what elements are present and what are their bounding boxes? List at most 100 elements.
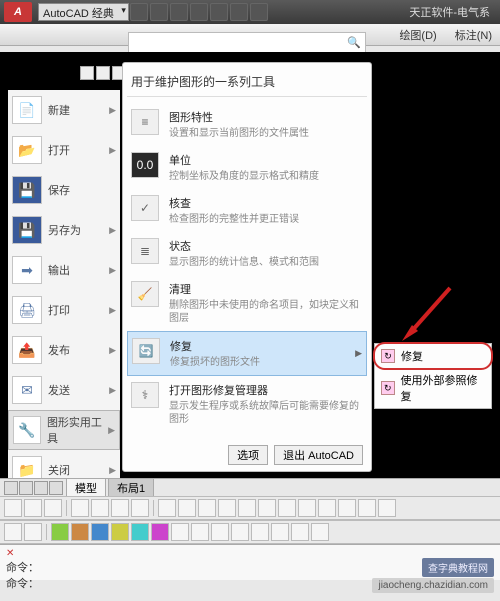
status-icon: ≣ [131,238,159,264]
flyout-recover-xref[interactable]: ↻使用外部参照修复 [375,368,491,408]
menu-annotate[interactable]: 标注(N) [455,27,492,43]
view-toggle-icons[interactable] [80,66,126,80]
saveas-icon: 💾 [12,216,42,244]
tool-icon[interactable] [198,499,216,517]
send-icon: ✉ [12,376,42,404]
toolbar-2 [0,520,500,544]
tool-icon[interactable] [151,523,169,541]
audit-icon: ✓ [131,195,159,221]
tool-icon[interactable] [231,523,249,541]
menu-print[interactable]: 🖨打印▶ [8,290,120,330]
properties-icon: ≡ [131,109,159,135]
tool-icon[interactable] [218,499,236,517]
tool-icon[interactable] [358,499,376,517]
tab-next-icon[interactable] [34,481,48,495]
recover-icon: 🔄 [132,338,160,364]
item-purge[interactable]: 🧹清理删除图形中未使用的命名项目，如块定义和图层 [127,275,367,331]
tool-icon[interactable] [71,499,89,517]
watermark-url: jiaocheng.chazidian.com [372,578,494,593]
tool-icon[interactable] [24,499,42,517]
layout-tabs: 模型 布局1 [0,478,500,496]
flyout-recover[interactable]: ↻修复 [375,344,491,368]
qat-icon[interactable] [150,3,168,21]
menu-export[interactable]: ➡输出▶ [8,250,120,290]
tool-icon[interactable] [338,499,356,517]
tool-icon[interactable] [171,523,189,541]
search-input[interactable]: 🔍 [128,32,366,54]
panel-title: 用于维护图形的一系列工具 [127,73,367,97]
menu-save[interactable]: 💾保存 [8,170,120,210]
item-properties[interactable]: ≡图形特性设置和显示当前图形的文件属性 [127,103,367,146]
utilities-panel: 用于维护图形的一系列工具 ≡图形特性设置和显示当前图形的文件属性 0.0单位控制… [122,62,372,472]
qat-icon[interactable] [190,3,208,21]
tool-icon[interactable] [251,523,269,541]
qat-icon[interactable] [250,3,268,21]
tab-prev-icon[interactable] [19,481,33,495]
window-title: 天正软件-电气系 [409,4,496,20]
tool-icon[interactable] [4,523,22,541]
exit-button[interactable]: 退出 AutoCAD [274,445,363,465]
tool-icon[interactable] [91,499,109,517]
tool-icon[interactable] [191,523,209,541]
tool-icon[interactable] [24,523,42,541]
menu-publish[interactable]: 📤发布▶ [8,330,120,370]
qat-icon[interactable] [130,3,148,21]
recovery-mgr-icon: ⚕ [131,382,159,408]
qat-icon[interactable] [230,3,248,21]
tool-icon[interactable] [238,499,256,517]
tab-layout1[interactable]: 布局1 [108,478,154,498]
save-icon: 💾 [12,176,42,204]
menu-drawing-utilities[interactable]: 🔧图形实用工具▶ [8,410,120,450]
options-button[interactable]: 选项 [228,445,268,465]
tool-icon[interactable] [178,499,196,517]
tool-icon[interactable] [111,523,129,541]
tool-icon[interactable] [298,499,316,517]
tool-icon[interactable] [258,499,276,517]
tool-icon[interactable] [311,523,329,541]
menu-send[interactable]: ✉发送▶ [8,370,120,410]
recover-flyout: ↻修复 ↻使用外部参照修复 [374,343,492,409]
wrench-icon: 🔧 [13,416,41,444]
chevron-right-icon: ▶ [355,348,362,359]
tool-icon[interactable] [111,499,129,517]
tool-icon[interactable] [44,499,62,517]
tool-icon[interactable] [318,499,336,517]
workspace-dropdown[interactable]: AutoCAD 经典 [38,3,129,21]
print-icon: 🖨 [12,296,42,324]
menu-saveas[interactable]: 💾另存为▶ [8,210,120,250]
tool-icon[interactable] [278,499,296,517]
qat-icon[interactable] [170,3,188,21]
tool-icon[interactable] [291,523,309,541]
menu-open[interactable]: 📂打开▶ [8,130,120,170]
tab-first-icon[interactable] [4,481,18,495]
item-recover[interactable]: 🔄修复修复损坏的图形文件▶ [127,331,367,376]
tab-last-icon[interactable] [49,481,63,495]
menu-new[interactable]: 📄新建▶ [8,90,120,130]
app-menu-left: 📄新建▶ 📂打开▶ 💾保存 💾另存为▶ ➡输出▶ 🖨打印▶ 📤发布▶ ✉发送▶ … [8,90,120,490]
open-icon: 📂 [12,136,42,164]
tool-icon[interactable] [271,523,289,541]
item-recovery-manager[interactable]: ⚕打开图形修复管理器显示发生程序或系统故障后可能需要修复的图形 [127,376,367,432]
qat-icon[interactable] [210,3,228,21]
tool-icon[interactable] [158,499,176,517]
app-icon[interactable]: A [4,2,32,22]
watermark: 查字典教程网 [422,558,494,577]
tool-icon[interactable] [211,523,229,541]
item-status[interactable]: ≣状态显示图形的统计信息、模式和范围 [127,232,367,275]
tool-icon[interactable] [51,523,69,541]
tool-icon[interactable] [378,499,396,517]
tool-icon[interactable] [4,499,22,517]
recover-icon: ↻ [381,349,395,363]
tool-icon[interactable] [131,523,149,541]
toolbar-1 [0,496,500,520]
menu-draw[interactable]: 绘图(D) [399,27,436,43]
item-audit[interactable]: ✓核查检查图形的完整性并更正错误 [127,189,367,232]
tab-model[interactable]: 模型 [66,478,106,498]
tool-icon[interactable] [131,499,149,517]
search-icon[interactable]: 🔍 [347,36,361,49]
tool-icon[interactable] [91,523,109,541]
tool-icon[interactable] [71,523,89,541]
units-icon: 0.0 [131,152,159,178]
item-units[interactable]: 0.0单位控制坐标及角度的显示格式和精度 [127,146,367,189]
publish-icon: 📤 [12,336,42,364]
